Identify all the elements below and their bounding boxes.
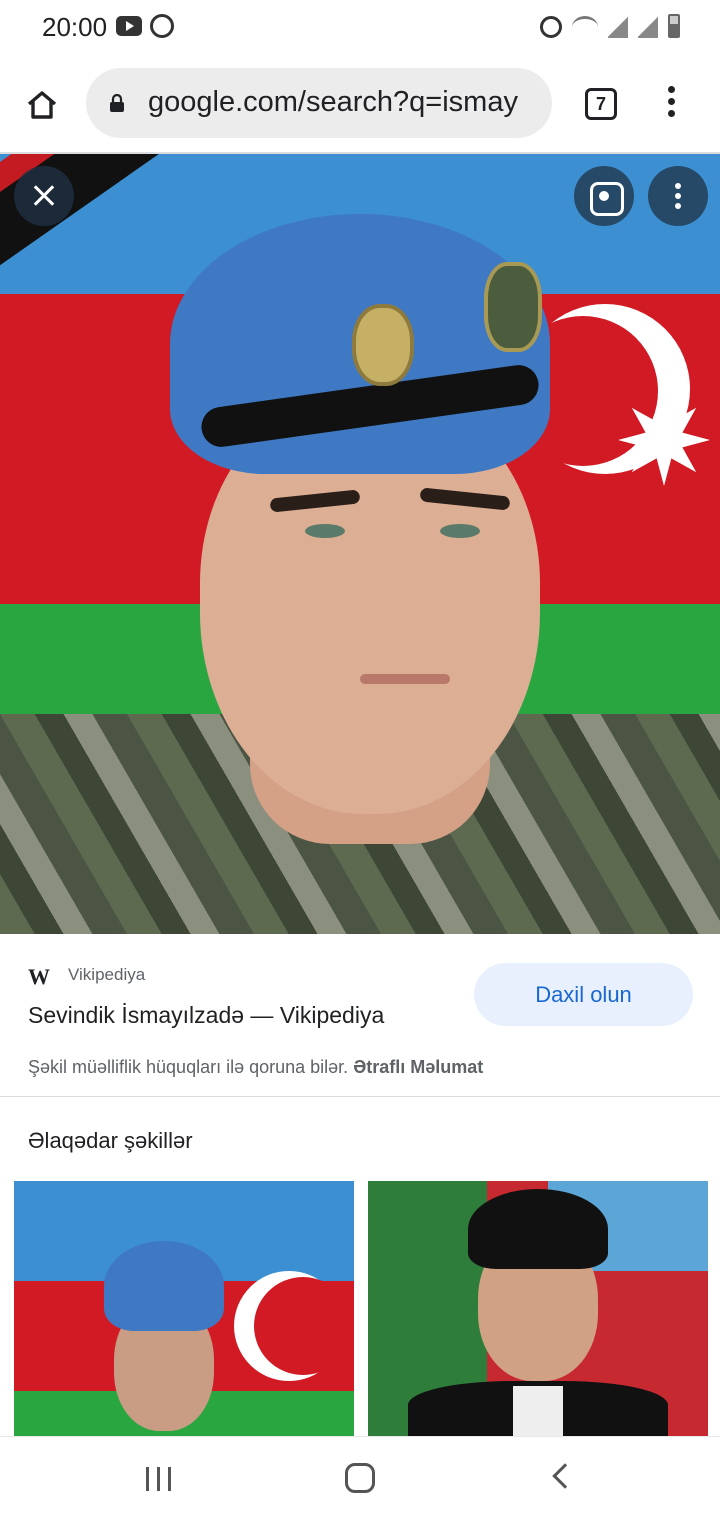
learn-more-link[interactable]: Ətraflı Məlumat [353,1057,483,1077]
source-site-name[interactable]: Vikipediya [68,965,145,985]
wifi-icon [572,16,598,38]
system-nav-bar [0,1436,720,1520]
copyright-text: Şəkil müəlliflik hüquqları ilə qoruna bi… [28,1057,349,1077]
recents-icon[interactable] [146,1467,174,1491]
back-icon[interactable] [552,1463,578,1489]
source-page-title[interactable]: Sevindik İsmayılzadə — Vikipediya [28,1002,384,1029]
beret-badge [352,304,414,386]
tabs-icon[interactable]: 7 [585,88,617,120]
url-text[interactable]: google.com/search?q=ismay [148,86,518,119]
image-more-icon[interactable] [648,166,708,226]
browser-toolbar: google.com/search?q=ismay 7 [0,60,720,152]
status-icons [540,14,680,38]
signal-icon-2 [638,16,658,38]
wikipedia-icon: W [28,964,50,989]
close-icon[interactable] [14,166,74,226]
lens-icon[interactable] [574,166,634,226]
visit-button[interactable]: Daxil olun [474,963,693,1026]
youtube-notification-icon [116,16,142,36]
signal-icon [608,16,628,38]
nav-home-icon[interactable] [345,1463,375,1493]
section-divider [0,1096,720,1097]
preview-image[interactable] [0,154,720,934]
related-images-title: Əlaqədar şəkillər [28,1128,193,1153]
lock-icon [110,94,124,112]
home-icon[interactable] [26,90,58,120]
battery-icon [668,14,680,38]
address-bar[interactable]: google.com/search?q=ismay [86,68,552,138]
whatsapp-notification-icon [150,14,174,38]
more-vert-icon[interactable] [664,86,678,120]
alarm-icon [540,16,562,38]
related-image-1[interactable] [14,1181,354,1436]
status-time: 20:00 [42,12,108,42]
copyright-notice: Şəkil müəlliflik hüquqları ilə qoruna bi… [28,1057,483,1078]
status-bar: 20:00 [0,0,720,56]
related-image-2[interactable] [368,1181,708,1436]
image-source-panel: W Vikipediya Sevindik İsmayılzadə — Viki… [0,934,720,1096]
